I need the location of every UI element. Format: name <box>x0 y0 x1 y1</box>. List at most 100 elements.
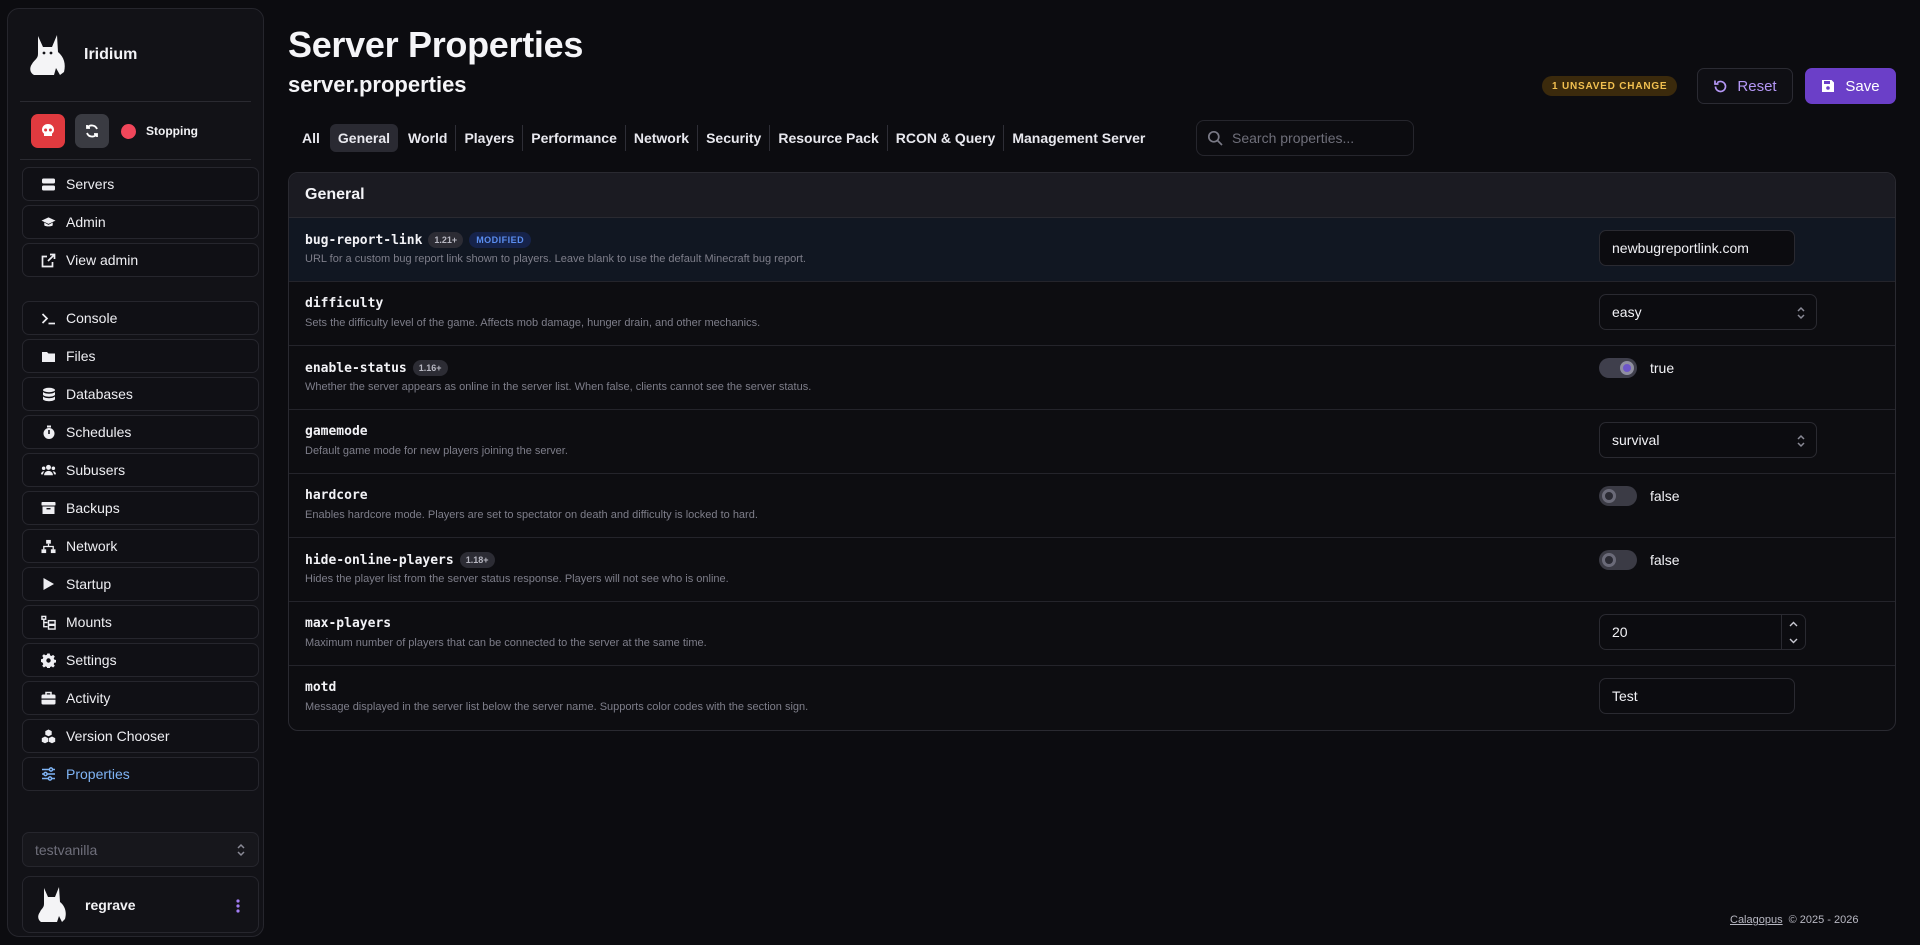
property-key: bug-report-link <box>305 232 423 248</box>
nav-startup[interactable]: Startup <box>22 567 259 601</box>
property-description: Whether the server appears as online in … <box>305 381 812 393</box>
property-description: Enables hardcore mode. Players are set t… <box>305 509 758 521</box>
nav-version-chooser[interactable]: Version Chooser <box>22 719 259 753</box>
property-key: motd <box>305 680 337 695</box>
motd-input[interactable]: Test <box>1599 678 1795 714</box>
toggle-knob <box>1602 489 1616 503</box>
nav-label: Files <box>66 348 96 364</box>
chevron-up-down-icon <box>1797 306 1805 320</box>
tab-all[interactable]: All <box>294 124 328 152</box>
nav-mounts[interactable]: Mounts <box>22 605 259 639</box>
decrement-button[interactable] <box>1782 632 1805 649</box>
tab-management-server[interactable]: Management Server <box>1004 124 1153 152</box>
tab-performance[interactable]: Performance <box>523 124 625 152</box>
tab-rcon-query[interactable]: RCON & Query <box>888 124 1004 152</box>
external-link-icon <box>41 253 56 268</box>
nav-files[interactable]: Files <box>22 339 259 373</box>
difficulty-select[interactable]: easy <box>1599 294 1817 330</box>
cubes-icon <box>41 729 56 744</box>
nav-view-admin[interactable]: View admin <box>22 243 259 277</box>
nav-label: Mounts <box>66 614 112 630</box>
save-button[interactable]: Save <box>1805 68 1896 104</box>
refresh-icon <box>86 124 98 138</box>
enable-status-toggle[interactable]: true <box>1599 358 1674 378</box>
chevron-up-icon <box>1789 621 1798 626</box>
property-key: enable-status <box>305 360 407 376</box>
property-name: gamemode <box>305 424 368 439</box>
sliders-icon <box>41 767 56 782</box>
footer-link[interactable]: Calagopus <box>1730 914 1783 926</box>
nav-subusers[interactable]: Subusers <box>22 453 259 487</box>
hardcore-toggle[interactable]: false <box>1599 486 1680 506</box>
tab-players[interactable]: Players <box>456 124 522 152</box>
gear-icon <box>41 653 56 668</box>
nav-label: Properties <box>66 766 130 782</box>
nav-label: Console <box>66 310 118 326</box>
property-row: motd Message displayed in the server lis… <box>289 666 1895 730</box>
page-subtitle: server.properties <box>288 72 467 97</box>
tab-security[interactable]: Security <box>698 124 769 152</box>
nav-console[interactable]: Console <box>22 301 259 335</box>
tab-world[interactable]: World <box>400 124 455 152</box>
toggle-switch[interactable] <box>1599 358 1637 378</box>
hide-online-players-toggle[interactable]: false <box>1599 550 1680 570</box>
nav-servers[interactable]: Servers <box>22 167 259 201</box>
version-badge: 1.16+ <box>412 360 448 376</box>
reset-button[interactable]: Reset <box>1697 68 1793 104</box>
max-players-input[interactable]: 20 <box>1599 614 1806 650</box>
nav-schedules[interactable]: Schedules <box>22 415 259 449</box>
version-badge: 1.21+ <box>428 232 464 248</box>
properties-panel: General bug-report-link 1.21+ MODIFIED U… <box>288 172 1896 731</box>
brand[interactable]: Iridium <box>26 32 137 78</box>
server-select[interactable]: testvanilla <box>22 832 259 867</box>
tab-general[interactable]: General <box>329 124 399 152</box>
user-name: regrave <box>85 896 136 913</box>
nav-databases[interactable]: Databases <box>22 377 259 411</box>
page-title: Server Properties <box>288 24 584 65</box>
search-input[interactable]: Search properties... <box>1196 120 1414 156</box>
server-select-value: testvanilla <box>35 841 98 858</box>
nav-label: Version Chooser <box>66 728 170 744</box>
kebab-menu-icon[interactable] <box>236 899 240 913</box>
nav-admin[interactable]: Admin <box>22 205 259 239</box>
property-row: hide-online-players 1.18+ Hides the play… <box>289 538 1895 602</box>
restart-button[interactable] <box>75 114 109 148</box>
toggle-knob <box>1602 553 1616 567</box>
search-icon <box>1207 130 1223 146</box>
nav-label: Settings <box>66 652 117 668</box>
tab-network[interactable]: Network <box>626 124 697 152</box>
nav-settings[interactable]: Settings <box>22 643 259 677</box>
property-row: enable-status 1.16+ Whether the server a… <box>289 346 1895 410</box>
select-value: easy <box>1612 304 1642 320</box>
toggle-switch[interactable] <box>1599 550 1637 570</box>
increment-button[interactable] <box>1782 615 1805 632</box>
toggle-switch[interactable] <box>1599 486 1637 506</box>
property-name: max-players <box>305 616 391 631</box>
terminal-icon <box>41 311 56 326</box>
property-row: difficulty Sets the difficulty level of … <box>289 282 1895 346</box>
nav-label: Servers <box>66 176 115 192</box>
nav-properties[interactable]: Properties <box>22 757 259 791</box>
select-value: survival <box>1612 432 1660 448</box>
nav-activity[interactable]: Activity <box>22 681 259 715</box>
bug-report-link-input[interactable]: newbugreportlink.com <box>1599 230 1795 266</box>
nav-label: Backups <box>66 500 120 516</box>
sidebar: Iridium Stopping Servers Admin View admi… <box>7 8 264 937</box>
property-row: gamemode Default game mode for new playe… <box>289 410 1895 474</box>
user-card[interactable]: regrave <box>22 876 259 933</box>
nav-network[interactable]: Network <box>22 529 259 563</box>
toggle-label: false <box>1650 488 1680 504</box>
brand-name: Iridium <box>84 46 138 63</box>
property-description: URL for a custom bug report link shown t… <box>305 253 806 265</box>
property-name: difficulty <box>305 296 383 311</box>
tab-resource-pack[interactable]: Resource Pack <box>770 124 886 152</box>
nav-label: Activity <box>66 690 111 706</box>
archive-icon <box>41 501 56 516</box>
property-description: Message displayed in the server list bel… <box>305 701 809 713</box>
property-description: Maximum number of players that can be co… <box>305 637 707 649</box>
kill-button[interactable] <box>31 114 65 148</box>
nav-backups[interactable]: Backups <box>22 491 259 525</box>
gamemode-select[interactable]: survival <box>1599 422 1817 458</box>
reset-label: Reset <box>1737 77 1777 95</box>
chevron-up-down-icon <box>1797 434 1805 448</box>
